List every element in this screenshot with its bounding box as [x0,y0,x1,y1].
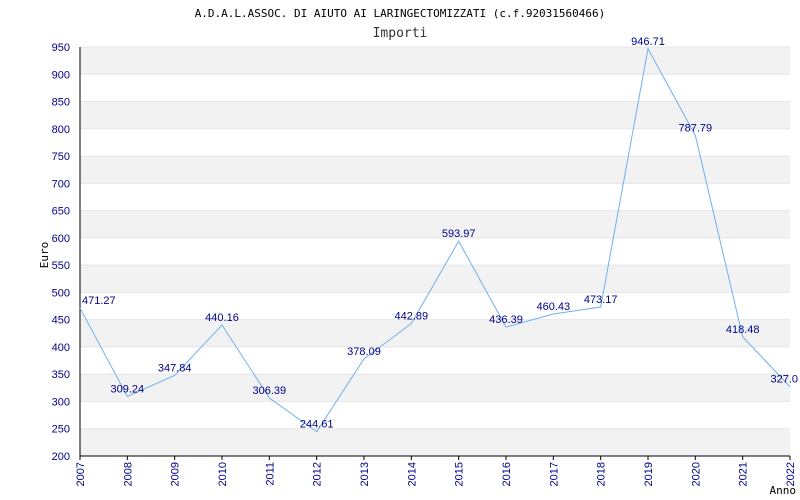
x-tick-label: 2013 [359,462,371,486]
grid-band [80,374,790,402]
y-tick-label: 700 [52,178,70,190]
x-tick-label: 2022 [785,462,797,486]
x-axis-ticks: 2007 2008 2009 2010 2011 2012 2013 2014 2015 2016… [75,456,797,486]
data-label: 418.48 [726,324,760,336]
chart-subtitle: Importi [373,26,428,41]
data-label: 327.0 [770,374,798,386]
y-tick-label: 350 [52,369,70,381]
data-label: 787.79 [679,122,713,134]
y-axis-label: Euro [38,242,51,269]
y-tick-label: 250 [52,424,70,436]
data-label: 946.71 [631,36,665,48]
data-label: 442.89 [395,311,429,323]
y-tick-label: 900 [52,69,70,81]
x-tick-label: 2011 [264,462,276,486]
data-label: 378.09 [347,346,381,358]
y-tick-label: 950 [52,42,70,54]
y-tick-label: 750 [52,151,70,163]
x-tick-label: 2007 [75,462,87,486]
y-tick-label: 550 [52,260,70,272]
y-tick-label: 850 [52,97,70,109]
x-tick-label: 2010 [217,462,229,486]
x-tick-label: 2016 [501,462,513,486]
y-tick-label: 650 [52,206,70,218]
x-axis-label: Anno [770,484,797,497]
data-label: 309.24 [111,383,145,395]
x-tick-label: 2020 [690,462,702,486]
grid-band [80,156,790,184]
grid-band [80,210,790,238]
y-tick-label: 450 [52,315,70,327]
y-tick-label: 800 [52,124,70,136]
grid-band [80,319,790,347]
y-tick-label: 400 [52,342,70,354]
x-tick-label: 2014 [406,462,418,486]
y-tick-label: 500 [52,287,70,299]
x-tick-label: 2017 [548,462,560,486]
grid-bands [80,47,790,456]
data-label: 436.39 [489,314,523,326]
grid-band [80,47,790,75]
data-label: 593.97 [442,228,476,240]
line-chart: 200 250 300 350 400 450 500 550 600 650 700 750 800 8… [38,7,798,497]
y-tick-label: 200 [52,451,70,463]
data-label: 244.61 [300,419,334,431]
x-tick-label: 2012 [312,462,324,486]
x-tick-label: 2008 [122,462,134,486]
data-label: 347.84 [158,362,192,374]
grid-band [80,428,790,456]
data-label: 473.17 [584,294,618,306]
x-tick-label: 2009 [170,462,182,486]
x-tick-label: 2015 [454,462,466,486]
x-tick-label: 2019 [643,462,655,486]
data-label: 440.16 [205,312,239,324]
chart-title: A.D.A.L.ASSOC. DI AIUTO AI LARINGECTOMIZ… [195,7,606,20]
y-tick-label: 300 [52,396,70,408]
x-tick-label: 2018 [596,462,608,486]
y-tick-label: 600 [52,233,70,245]
x-tick-label: 2021 [738,462,750,486]
data-label: 471.27 [82,295,116,307]
y-axis-ticks: 200 250 300 350 400 450 500 550 600 650 700 750 800 8… [52,42,70,463]
data-label: 306.39 [253,385,287,397]
grid-band [80,265,790,293]
data-label: 460.43 [537,301,571,313]
